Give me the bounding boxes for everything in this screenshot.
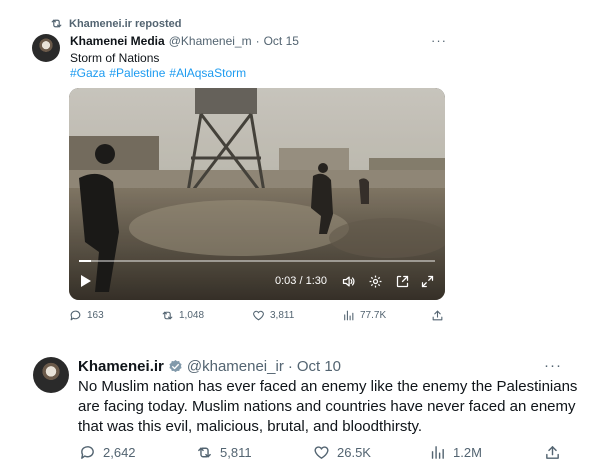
share-icon xyxy=(546,446,559,459)
heart-icon xyxy=(314,446,329,459)
more-options-icon[interactable]: ··· xyxy=(544,357,562,374)
video-progress-fill xyxy=(79,260,91,262)
repost-button[interactable]: 5,811 xyxy=(196,444,252,461)
settings-icon[interactable] xyxy=(368,274,383,289)
share-button[interactable] xyxy=(544,444,561,461)
verified-badge-icon[interactable] xyxy=(168,359,183,374)
view-count: 1.2M xyxy=(453,445,482,460)
reply-icon xyxy=(81,446,94,459)
video-time: 0:03 / 1:30 xyxy=(275,275,327,287)
reply-button[interactable]: 2,642 xyxy=(79,444,136,461)
volume-icon[interactable] xyxy=(341,274,356,289)
repost-icon xyxy=(162,311,173,320)
hashtag-link[interactable]: #Gaza xyxy=(70,66,105,80)
post-header: Khamenei Media @Khamenei_m · Oct 15 xyxy=(70,34,299,48)
avatar[interactable] xyxy=(32,34,60,62)
retweeted-post[interactable]: Khamenei.ir reposted Khamenei Media @Kha… xyxy=(0,0,470,336)
author-name[interactable]: Khamenei.ir xyxy=(78,358,164,375)
reply-count: 163 xyxy=(87,310,104,321)
repost-count: 5,811 xyxy=(220,445,252,460)
like-count: 3,811 xyxy=(270,310,295,321)
author-name[interactable]: Khamenei Media xyxy=(70,34,165,48)
repost-icon xyxy=(198,447,211,458)
play-icon[interactable] xyxy=(80,274,92,288)
video-progress-bar[interactable] xyxy=(79,260,435,262)
view-count: 77.7K xyxy=(360,310,387,321)
reply-button[interactable]: 163 xyxy=(69,309,104,322)
repost-button[interactable]: 1,048 xyxy=(161,309,204,322)
reply-count: 2,642 xyxy=(103,445,136,460)
analytics-icon xyxy=(344,310,354,321)
fullscreen-icon[interactable] xyxy=(420,274,435,289)
avatar[interactable] xyxy=(33,357,69,393)
video-player[interactable]: 0:03 / 1:30 xyxy=(69,88,445,300)
hashtags: #Gaza #Palestine #AlAqsaStorm xyxy=(70,66,246,80)
analytics-icon xyxy=(431,446,444,459)
like-button[interactable]: 3,811 xyxy=(252,309,294,322)
separator-dot: · xyxy=(255,34,260,48)
post-date[interactable]: Oct 10 xyxy=(297,358,341,375)
views-button[interactable]: 1.2M xyxy=(429,444,482,461)
repost-count: 1,048 xyxy=(179,310,205,321)
video-frame xyxy=(69,88,445,300)
like-button[interactable]: 26.5K xyxy=(313,444,371,461)
heart-icon xyxy=(253,310,264,321)
hashtag-link[interactable]: #AlAqsaStorm xyxy=(169,66,246,80)
post[interactable]: Khamenei.ir @khamenei_ir · Oct 10 ··· No… xyxy=(0,340,600,476)
post-header: Khamenei.ir @khamenei_ir · Oct 10 xyxy=(78,358,341,375)
post-text: No Muslim nation has ever faced an enemy… xyxy=(78,378,578,435)
repost-icon xyxy=(51,19,62,28)
popout-icon[interactable] xyxy=(395,274,410,289)
hashtag-link[interactable]: #Palestine xyxy=(109,66,165,80)
separator-dot: · xyxy=(287,358,293,375)
like-count: 26.5K xyxy=(337,445,371,460)
author-handle[interactable]: @Khamenei_m xyxy=(169,34,252,48)
views-button[interactable]: 77.7K xyxy=(342,309,386,322)
share-button[interactable] xyxy=(431,309,444,322)
post-date[interactable]: Oct 15 xyxy=(264,34,299,48)
share-icon xyxy=(432,310,443,321)
repost-banner-label: Khamenei.ir reposted xyxy=(69,17,182,30)
more-options-icon[interactable]: ··· xyxy=(431,33,447,48)
post-text: Storm of Nations xyxy=(70,51,160,65)
author-handle[interactable]: @khamenei_ir xyxy=(187,358,284,375)
repost-banner[interactable]: Khamenei.ir reposted xyxy=(50,17,181,30)
reply-icon xyxy=(70,310,81,321)
